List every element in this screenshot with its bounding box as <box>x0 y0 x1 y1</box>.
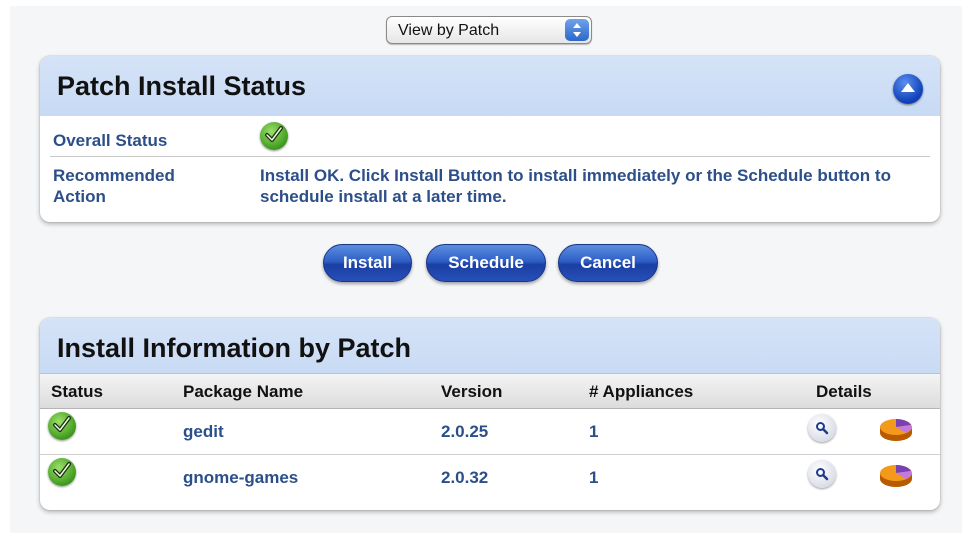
appliance-count: 1 <box>589 468 599 487</box>
column-header-package-name[interactable]: Package Name <box>183 382 303 402</box>
panel-title: Patch Install Status <box>57 71 307 101</box>
green-check-icon <box>48 458 76 486</box>
table-header: Status Package Name Version # Appliances… <box>40 373 940 409</box>
panel-title: Install Information by Patch <box>57 333 412 363</box>
green-check-icon <box>48 412 76 440</box>
package-version: 2.0.25 <box>441 422 489 441</box>
recommended-action-label: Recommended Action <box>53 166 175 206</box>
table-row: gedit 2.0.25 1 <box>40 410 940 455</box>
collapse-panel-icon[interactable] <box>893 74 923 104</box>
cancel-button[interactable]: Cancel <box>558 244 658 282</box>
pie-chart-icon[interactable] <box>878 416 914 444</box>
recommended-action-text: Install OK. Click Install Button to inst… <box>260 166 891 206</box>
schedule-button[interactable]: Schedule <box>426 244 546 282</box>
view-by-select-value: View by Patch <box>398 22 500 39</box>
panel-header: Install Information by Patch <box>40 318 940 378</box>
overall-status-row: Overall Status <box>50 120 930 157</box>
column-header-details: Details <box>816 382 872 401</box>
green-check-icon <box>260 122 288 150</box>
panel-header: Patch Install Status <box>40 56 940 116</box>
package-version: 2.0.32 <box>441 468 489 487</box>
package-name-link[interactable]: gedit <box>183 422 224 442</box>
patch-install-status-panel: Patch Install Status Overall Status Reco… <box>40 56 940 222</box>
recommended-action-row: Recommended Action Install OK. Click Ins… <box>50 160 930 216</box>
install-button[interactable]: Install <box>323 244 412 282</box>
column-header-appliances[interactable]: # Appliances <box>589 382 693 402</box>
magnifier-icon[interactable] <box>808 414 836 442</box>
view-by-select[interactable]: View by Patch <box>386 16 592 44</box>
magnifier-icon[interactable] <box>808 460 836 488</box>
install-information-panel: Install Information by Patch Status Pack… <box>40 318 940 510</box>
pie-chart-icon[interactable] <box>878 462 914 490</box>
overall-status-value <box>260 122 920 155</box>
appliance-count: 1 <box>589 422 599 441</box>
package-name-link[interactable]: gnome-games <box>183 468 298 488</box>
column-header-status[interactable]: Status <box>51 382 103 402</box>
table-row: gnome-games 2.0.32 1 <box>40 456 940 500</box>
column-header-version[interactable]: Version <box>441 382 502 402</box>
overall-status-label: Overall Status <box>53 131 168 150</box>
select-arrows-icon <box>565 19 589 41</box>
